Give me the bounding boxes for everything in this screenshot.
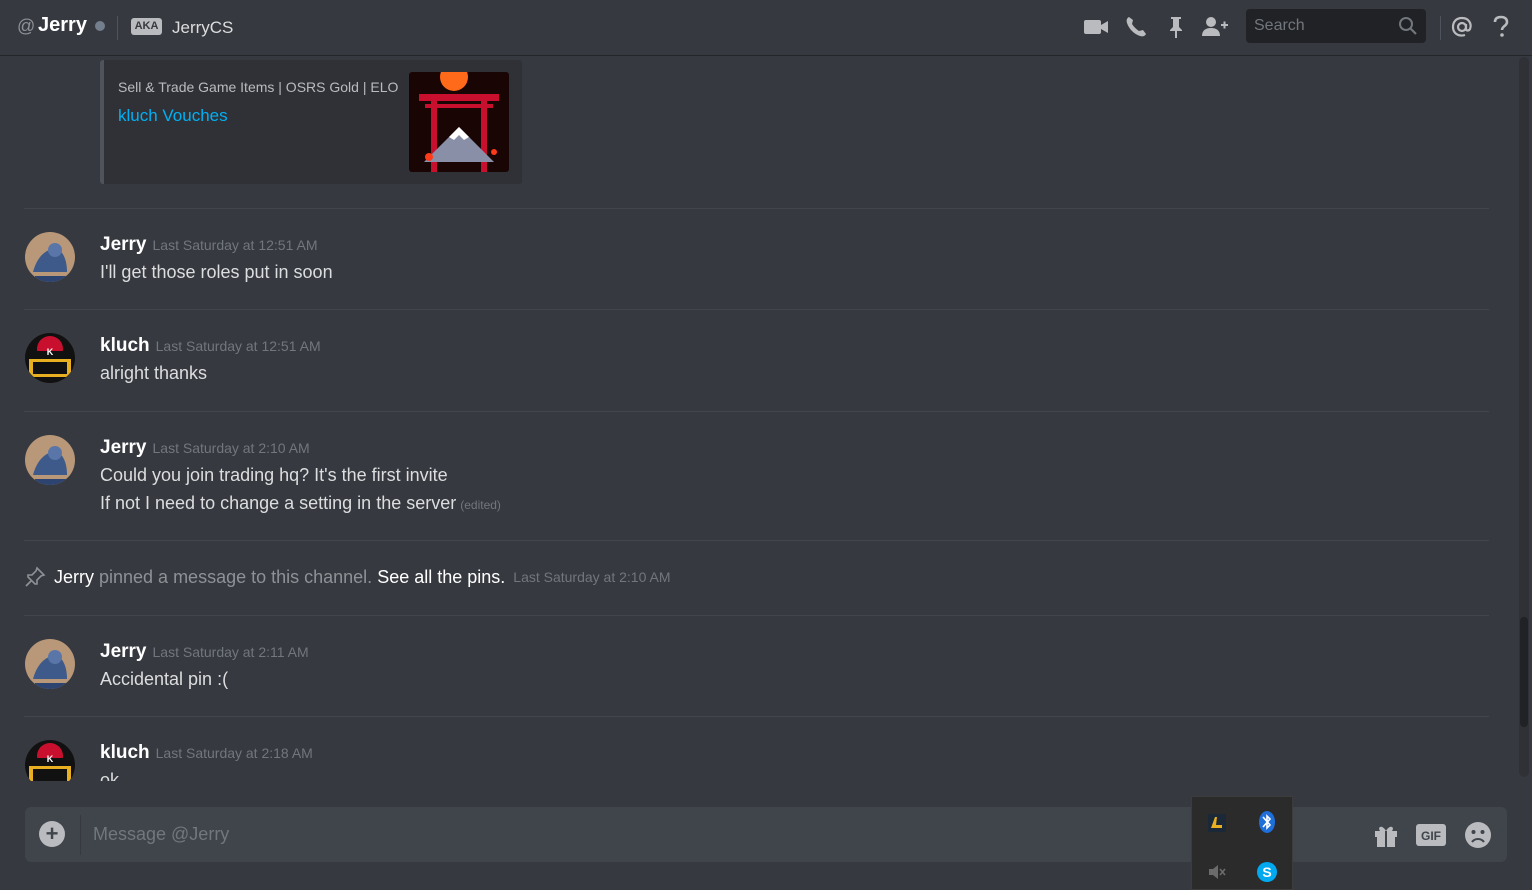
embed-thumbnail[interactable] — [409, 72, 509, 172]
header-divider — [1440, 16, 1441, 40]
message-content: ok — [100, 770, 120, 781]
avatar[interactable]: K — [25, 333, 75, 383]
message-divider — [24, 411, 1489, 412]
emoji-icon[interactable] — [1463, 820, 1493, 850]
app-tray-icon[interactable] — [1205, 811, 1229, 835]
add-friend-icon[interactable] — [1200, 12, 1230, 42]
at-icon: @ — [17, 16, 36, 36]
message-author[interactable]: Jerry Last Saturday at 2:10 AM — [100, 437, 310, 459]
embed-provider: Sell & Trade Game Items | OSRS Gold | EL… — [118, 79, 399, 95]
message-divider — [24, 716, 1489, 717]
search-input[interactable] — [1246, 9, 1396, 43]
message-list[interactable]: Sell & Trade Game Items | OSRS Gold | EL… — [0, 57, 1532, 781]
mention-icon[interactable] — [1447, 12, 1477, 42]
upload-button[interactable]: + — [39, 821, 65, 847]
dm-recipient-name[interactable]: Jerry — [38, 14, 87, 37]
embed-title-link[interactable]: kluch Vouches — [118, 106, 228, 126]
bluetooth-icon[interactable] — [1255, 810, 1279, 834]
pin-author[interactable]: Jerry — [54, 567, 94, 588]
message-timestamp: Last Saturday at 12:51 AM — [152, 237, 318, 253]
system-tray-popup: S — [1191, 796, 1293, 890]
status-indicator — [95, 21, 105, 31]
avatar[interactable]: K — [25, 740, 75, 781]
message-author[interactable]: kluch Last Saturday at 12:51 AM — [100, 335, 321, 357]
pin-timestamp: Last Saturday at 2:10 AM — [513, 569, 671, 585]
message-content: Accidental pin :( — [100, 669, 229, 689]
avatar[interactable] — [25, 639, 75, 689]
pin-icon[interactable] — [1161, 12, 1191, 42]
link-embed: Sell & Trade Game Items | OSRS Gold | EL… — [100, 60, 522, 184]
edited-label: (edited) — [460, 498, 501, 512]
message-timestamp: Last Saturday at 2:18 AM — [155, 745, 313, 761]
message-content: Could you join trading hq? It's the firs… — [100, 465, 448, 485]
volume-muted-icon[interactable] — [1205, 860, 1229, 884]
svg-text:K: K — [47, 754, 54, 764]
search-box[interactable] — [1246, 9, 1426, 43]
message-author[interactable]: Jerry Last Saturday at 2:11 AM — [100, 641, 309, 663]
message-timestamp: Last Saturday at 12:51 AM — [155, 338, 321, 354]
message-divider — [24, 309, 1489, 310]
message-timestamp: Last Saturday at 2:11 AM — [152, 644, 309, 660]
skype-icon[interactable]: S — [1255, 860, 1279, 884]
gif-button[interactable]: GIF — [1416, 820, 1446, 850]
aka-name: JerryCS — [172, 18, 234, 37]
see-all-pins-link[interactable]: See all the pins. — [377, 567, 505, 588]
help-icon[interactable] — [1486, 12, 1516, 42]
aka-badge: AKA — [131, 18, 162, 35]
svg-text:K: K — [47, 347, 54, 357]
message-author[interactable]: kluch Last Saturday at 2:18 AM — [100, 742, 313, 764]
video-call-icon[interactable] — [1081, 12, 1111, 42]
message-content: alright thanks — [100, 363, 208, 383]
avatar[interactable] — [25, 232, 75, 282]
message-content: I'll get those roles put in soon — [100, 262, 333, 282]
message-timestamp: Last Saturday at 2:10 AM — [152, 440, 310, 456]
message-author[interactable]: Jerry Last Saturday at 12:51 AM — [100, 234, 318, 256]
message-divider — [24, 615, 1489, 616]
message-divider — [24, 208, 1489, 209]
gif-label: GIF — [1421, 829, 1441, 843]
message-input[interactable] — [93, 807, 1173, 862]
gift-icon[interactable] — [1371, 820, 1401, 850]
message-content: If not I need to change a setting in the… — [100, 493, 501, 513]
composer-divider — [80, 815, 81, 855]
voice-call-icon[interactable] — [1121, 12, 1151, 42]
pin-text: pinned a message to this channel. — [94, 566, 378, 587]
avatar[interactable] — [25, 435, 75, 485]
message-divider — [24, 540, 1489, 541]
channel-header: @ Jerry AKA JerryCS — [0, 0, 1532, 56]
search-icon[interactable] — [1398, 16, 1418, 41]
svg-text:S: S — [1262, 864, 1271, 880]
header-divider — [117, 16, 118, 40]
system-pin-message: Jerry pinned a message to this channel. … — [24, 566, 671, 588]
pin-icon — [25, 566, 46, 587]
scrollbar-thumb[interactable] — [1520, 617, 1528, 727]
